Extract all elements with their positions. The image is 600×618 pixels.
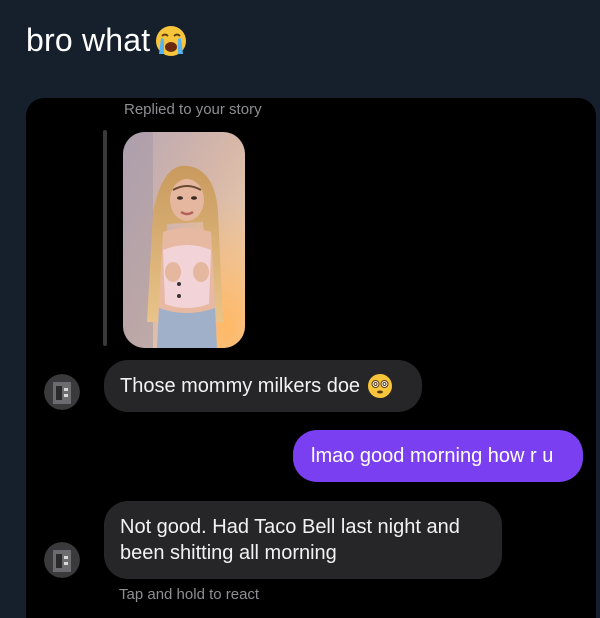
story-reply-bar [103, 130, 107, 346]
message-text: lmao good morning how r u [311, 445, 554, 467]
story-thumbnail[interactable] [123, 132, 245, 348]
message-bubble-received[interactable]: Not good. Had Taco Bell last night and b… [104, 501, 502, 579]
message-bubble-sent[interactable]: lmao good morning how r u [293, 430, 583, 482]
message-text-line: been shitting all morning [120, 542, 337, 564]
replied-to-story-label: Replied to your story [124, 101, 262, 118]
tap-hold-hint: Tap and hold to react [119, 586, 260, 603]
dizzy-face-icon [368, 374, 393, 398]
post-title-text: bro what [26, 22, 151, 58]
message-text: Those mommy milkers doe [120, 375, 361, 397]
story-photo-image [123, 132, 245, 348]
sender-avatar[interactable] [44, 542, 80, 578]
crying-face-icon [156, 25, 187, 56]
message-bubble-received[interactable]: Those mommy milkers doe [104, 360, 422, 412]
sender-avatar[interactable] [44, 374, 80, 410]
message-text-line: Not good. Had Taco Bell last night and [120, 516, 460, 538]
post-title: bro what [26, 22, 188, 59]
dm-screenshot: Replied to your story Those mommy milker… [26, 98, 596, 618]
